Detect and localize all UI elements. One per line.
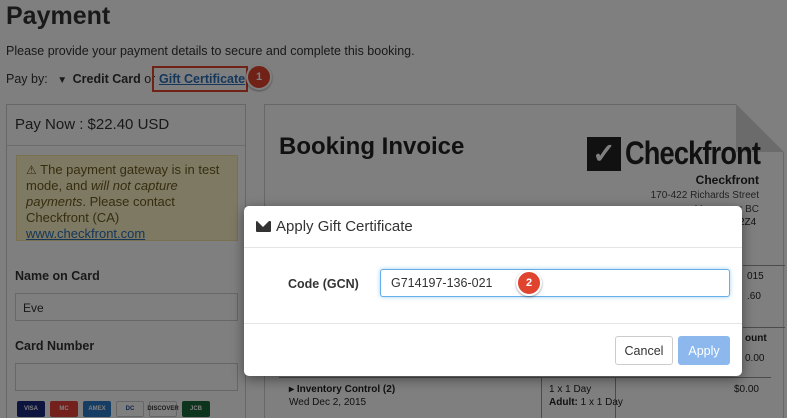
gcn-label: Code (GCN) [288,277,359,291]
modal-header: Apply Gift Certificate [244,206,742,248]
modal-title: Apply Gift Certificate [276,218,413,235]
step-badge-2: 2 [516,270,542,296]
cancel-button[interactable]: Cancel [615,336,673,365]
envelope-icon [256,221,271,232]
gift-certificate-modal: Apply Gift Certificate Code (GCN) Cancel… [244,206,742,376]
apply-button[interactable]: Apply [678,336,730,365]
modal-footer: Cancel Apply [244,323,742,376]
gcn-input[interactable] [380,269,730,297]
